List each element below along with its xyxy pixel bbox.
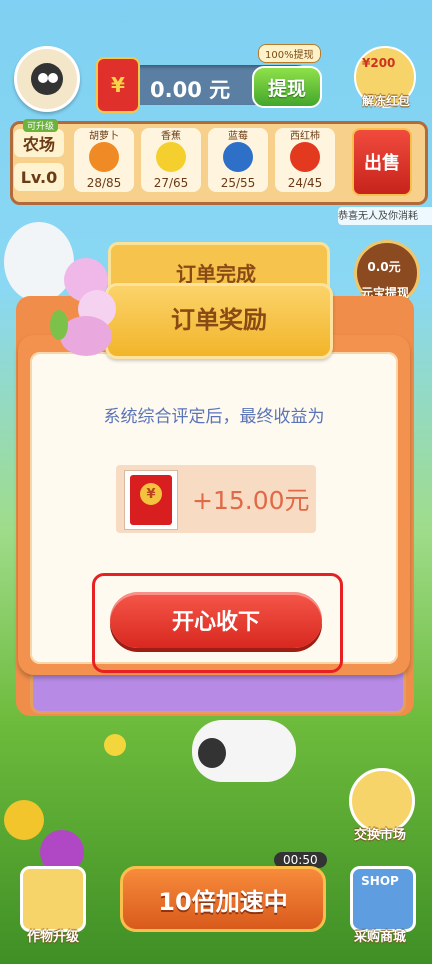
accept-reward-button[interactable]: 开心收下 bbox=[110, 592, 322, 648]
crop-name: 西红柿 bbox=[290, 131, 320, 142]
tomato-icon bbox=[290, 142, 320, 172]
crop-count: 24/45 bbox=[287, 176, 323, 190]
ticker-text: 恭喜无人及你消耗 bbox=[338, 207, 432, 225]
crop-carrot[interactable]: 胡萝卜 28/85 bbox=[74, 128, 134, 192]
flower-icon bbox=[4, 800, 44, 840]
shop-sign-text: SHOP bbox=[361, 874, 399, 888]
eye-icon bbox=[38, 73, 48, 83]
crop-banana[interactable]: 香蕉 27/65 bbox=[141, 128, 201, 192]
farm-name[interactable]: 农场 bbox=[14, 129, 64, 157]
ingot-withdraw-value: 0.0元 bbox=[367, 260, 401, 274]
crop-blueberry[interactable]: 蓝莓 25/55 bbox=[208, 128, 268, 192]
withdraw-badge: 100%提现 bbox=[258, 44, 321, 63]
yuan-coin-icon: ¥ bbox=[140, 483, 162, 505]
user-avatar[interactable] bbox=[14, 46, 80, 112]
customer-avatar bbox=[4, 222, 74, 302]
crop-count: 27/65 bbox=[153, 176, 189, 190]
crop-name: 蓝莓 bbox=[228, 131, 248, 142]
reward-description: 系统综合评定后，最终收益为 bbox=[103, 407, 325, 427]
farm-level: Lv.0 bbox=[14, 163, 64, 191]
unfreeze-amount: ¥200 bbox=[362, 56, 396, 70]
carrot-icon bbox=[89, 142, 119, 172]
upgradable-badge: 可升级 bbox=[23, 119, 59, 132]
boost-button[interactable]: 10倍加速中 bbox=[120, 866, 326, 932]
sell-button[interactable]: 出售 bbox=[352, 128, 412, 196]
red-packet-icon: ¥ bbox=[96, 57, 140, 113]
crop-count: 25/55 bbox=[220, 176, 256, 190]
crop-name: 香蕉 bbox=[161, 131, 181, 142]
crop-upgrade-button[interactable] bbox=[20, 866, 86, 932]
crop-count: 28/85 bbox=[86, 176, 122, 190]
balance-value: 0.00 元 bbox=[150, 78, 231, 102]
crop-name: 胡萝卜 bbox=[89, 131, 119, 142]
withdraw-button[interactable]: 提现 bbox=[252, 66, 322, 108]
banana-icon bbox=[156, 142, 186, 172]
flower-icon bbox=[104, 734, 126, 756]
leaf-icon bbox=[50, 310, 68, 340]
shop-label: 采购商城 bbox=[353, 930, 406, 945]
red-packet-icon: ¥ bbox=[124, 470, 178, 530]
sheep-head-icon bbox=[198, 738, 226, 768]
eye-icon bbox=[48, 73, 58, 83]
exchange-market-label: 交换市场 bbox=[353, 828, 406, 843]
dialog-title: 订单奖励 bbox=[171, 306, 267, 334]
crop-tomato[interactable]: 西红柿 24/45 bbox=[275, 128, 335, 192]
unfreeze-label: 解冻红包 bbox=[361, 94, 410, 108]
blueberry-icon bbox=[223, 142, 253, 172]
reward-value: +15.00元 bbox=[192, 486, 310, 515]
crop-upgrade-label: 作物升级 bbox=[26, 930, 79, 945]
